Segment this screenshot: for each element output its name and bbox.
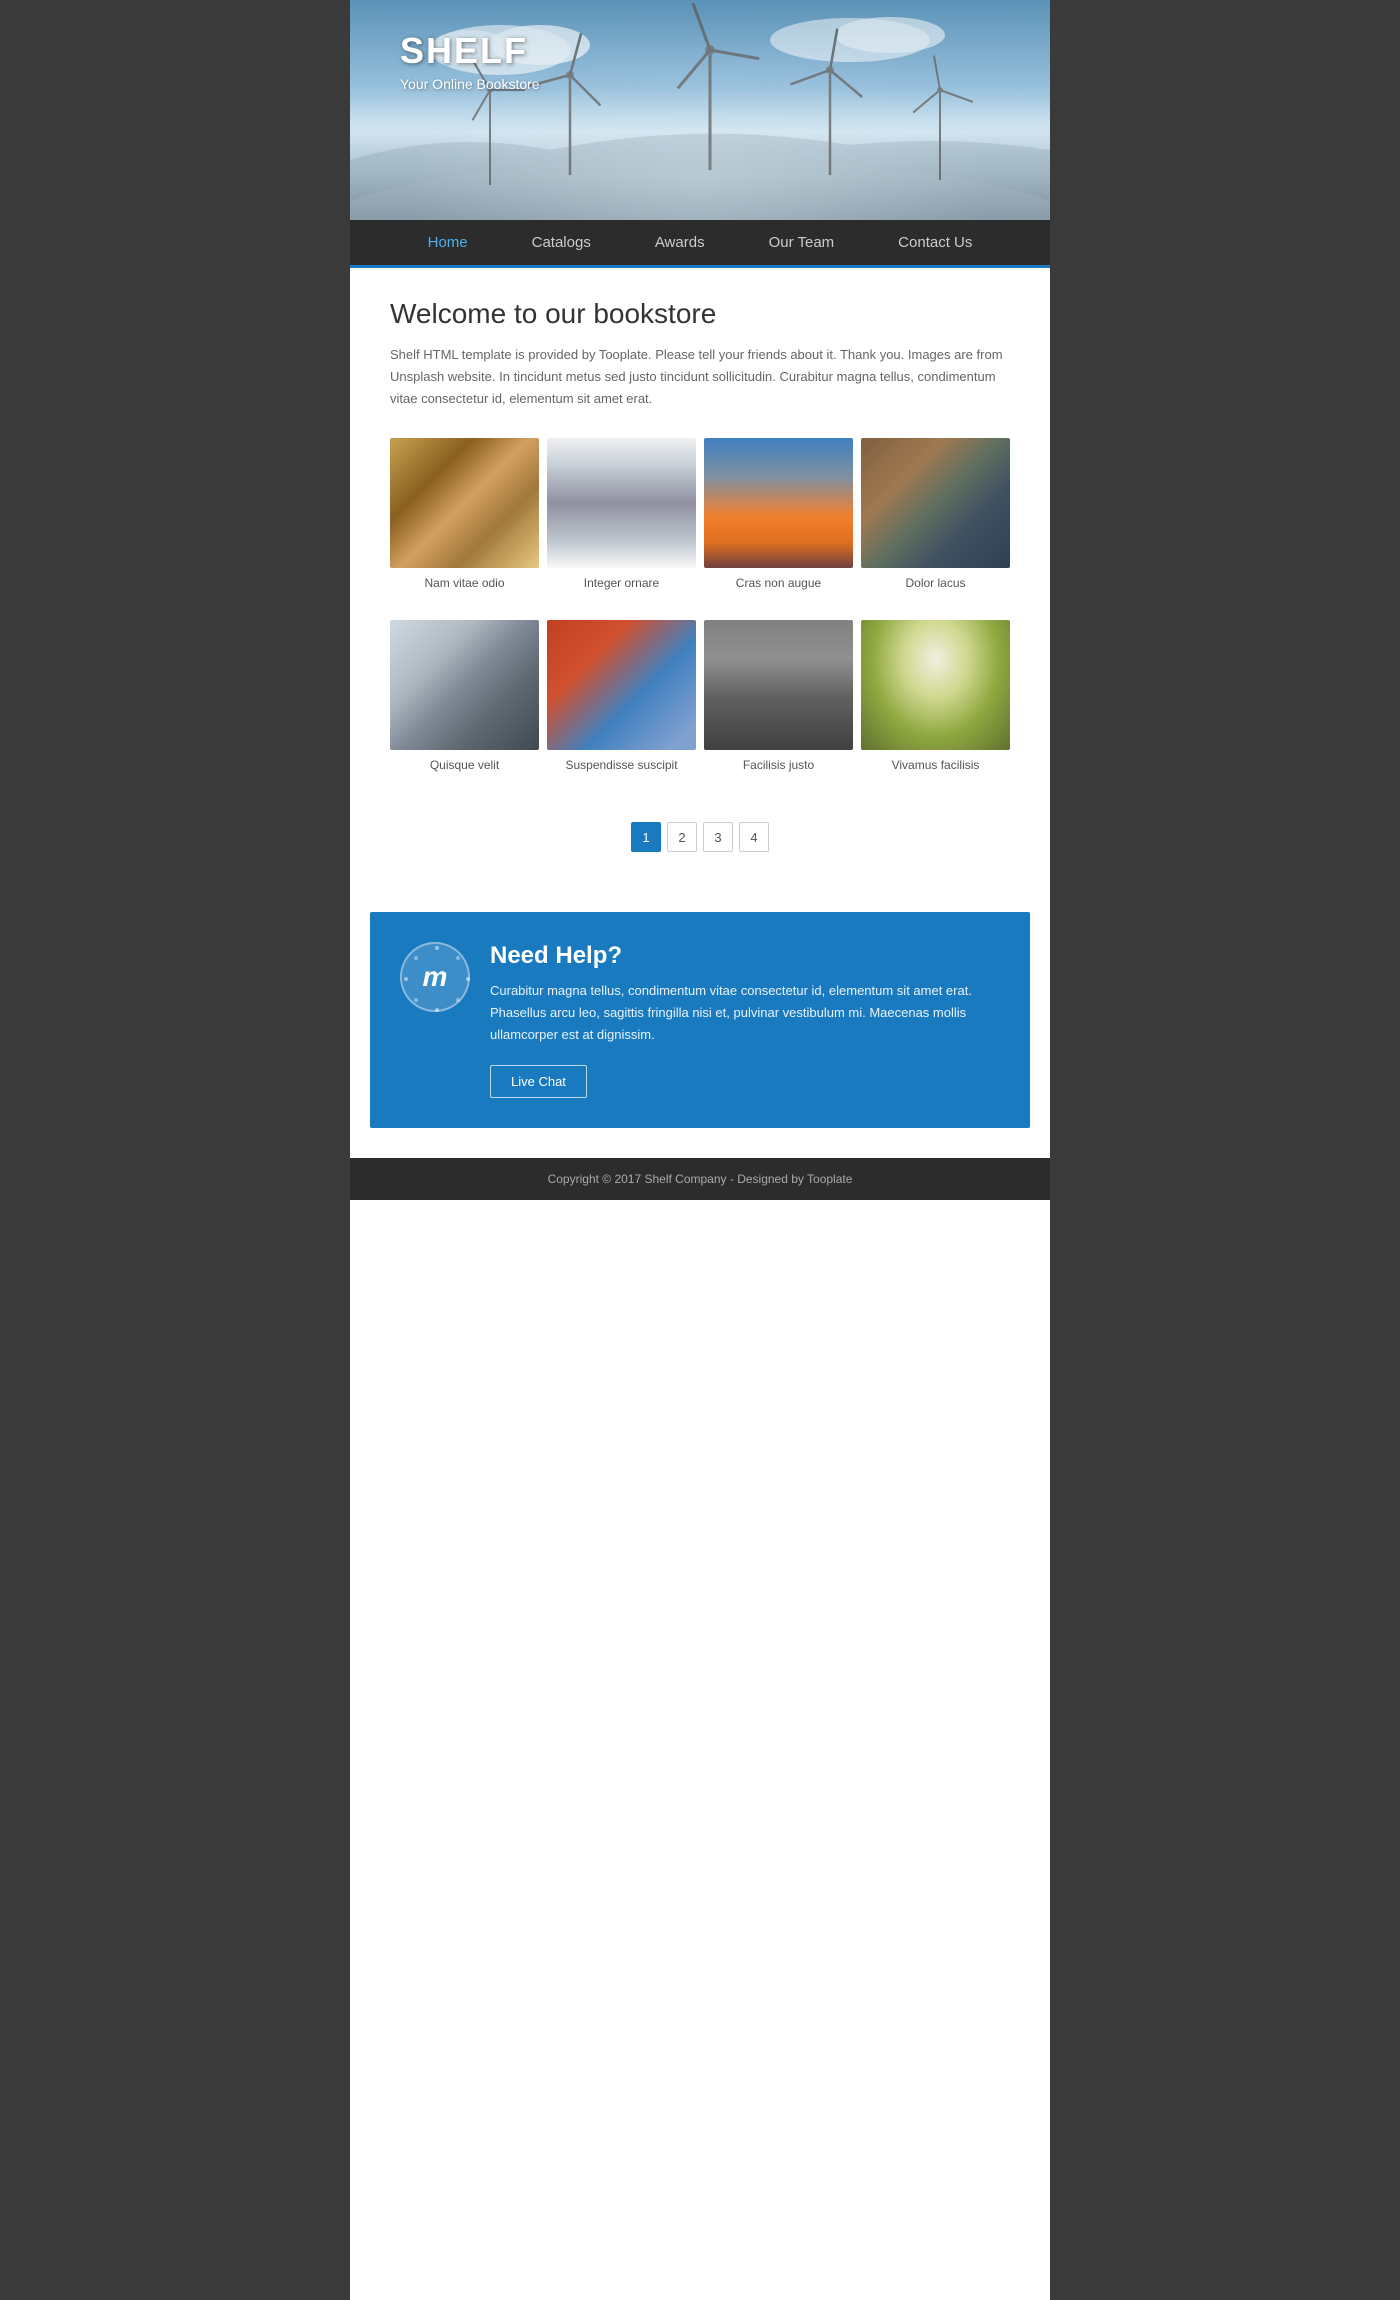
help-title: Need Help? [490,942,1000,970]
grid-item-3: Cras non augue [704,438,853,610]
live-chat-button[interactable]: Live Chat [490,1065,587,1098]
grid-item-6: Suspendisse suscipit [547,620,696,792]
grid-image-mushroom[interactable] [861,620,1010,750]
grid-caption-8: Vivamus facilisis [892,758,980,772]
grid-image-building[interactable] [547,438,696,568]
grid-item-5: Quisque velit [390,620,539,792]
grid-caption-7: Facilisis justo [743,758,814,772]
page-btn-2[interactable]: 2 [667,822,697,852]
nav-our-team[interactable]: Our Team [737,220,867,265]
pagination: 1 2 3 4 [390,802,1010,882]
page-btn-1[interactable]: 1 [631,822,661,852]
grid-image-person[interactable] [704,620,853,750]
nav-contact-us[interactable]: Contact Us [866,220,1004,265]
grid-caption-2: Integer ornare [584,576,659,590]
help-text: Curabitur magna tellus, condimentum vita… [490,980,1000,1046]
main-nav: Home Catalogs Awards Our Team Contact Us [350,220,1050,268]
help-logo: m [400,942,470,1012]
grid-caption-6: Suspendisse suscipit [565,758,677,772]
grid-item-7: Facilisis justo [704,620,853,792]
site-subtitle: Your Online Bookstore [400,76,540,92]
nav-home[interactable]: Home [396,220,500,265]
help-content: Need Help? Curabitur magna tellus, condi… [490,942,1000,1097]
welcome-title: Welcome to our bookstore [390,298,1010,330]
grid-item-4: Dolor lacus [861,438,1010,610]
grid-item-2: Integer ornare [547,438,696,610]
grid-item-8: Vivamus facilisis [861,620,1010,792]
footer: Copyright © 2017 Shelf Company - Designe… [350,1158,1050,1200]
hero-section: SHELF Your Online Bookstore [350,0,1050,220]
main-content: Welcome to our bookstore Shelf HTML temp… [350,268,1050,912]
page-wrapper: SHELF Your Online Bookstore Home Catalog… [350,0,1050,2300]
help-logo-decoration [402,944,472,1014]
welcome-text: Shelf HTML template is provided by Toopl… [390,344,1010,410]
grid-caption-1: Nam vitae odio [424,576,504,590]
help-section: m Need Help? Curabitur magna tellus, con… [370,912,1030,1127]
nav-catalogs[interactable]: Catalogs [500,220,623,265]
grid-caption-3: Cras non augue [736,576,821,590]
grid-image-house[interactable] [390,620,539,750]
image-grid-row2: Quisque velit Suspendisse suscipit Facil… [390,620,1010,792]
grid-image-bridge[interactable] [547,620,696,750]
image-grid-row1: Nam vitae odio Integer ornare Cras non a… [390,438,1010,610]
grid-image-road[interactable] [861,438,1010,568]
nav-awards[interactable]: Awards [623,220,737,265]
grid-image-autumn[interactable] [390,438,539,568]
footer-text: Copyright © 2017 Shelf Company - Designe… [548,1172,853,1186]
page-btn-4[interactable]: 4 [739,822,769,852]
site-title: SHELF [400,30,540,72]
page-btn-3[interactable]: 3 [703,822,733,852]
grid-caption-5: Quisque velit [430,758,499,772]
grid-caption-4: Dolor lacus [905,576,965,590]
grid-item-1: Nam vitae odio [390,438,539,610]
grid-image-jump[interactable] [704,438,853,568]
hero-text: SHELF Your Online Bookstore [400,30,540,92]
